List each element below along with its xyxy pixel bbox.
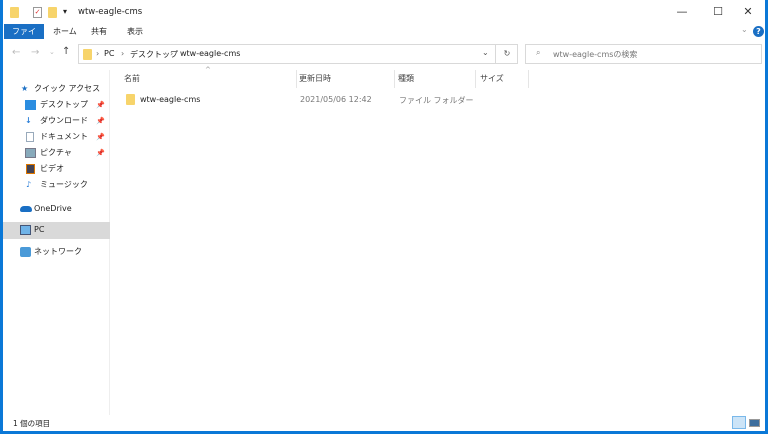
nav-music[interactable]: ♪ ミュージック — [3, 177, 110, 193]
nav-videos[interactable]: ビデオ — [3, 161, 110, 177]
search-icon: ⌕ — [536, 48, 541, 57]
search-input[interactable]: ⌕ wtw-eagle-cmsの検索 — [525, 44, 762, 64]
nav-label: クイック アクセス — [34, 84, 101, 93]
video-icon — [26, 164, 35, 174]
file-type: ファイル フォルダー — [399, 96, 474, 105]
close-button[interactable]: ✕ — [733, 3, 763, 21]
forward-button[interactable]: → — [31, 47, 39, 58]
network-icon — [20, 247, 31, 257]
breadcrumb-pc[interactable]: PC — [104, 49, 114, 58]
pc-icon — [20, 225, 31, 235]
status-text: 1 個の項目 — [13, 419, 51, 428]
pin-icon: 📌 — [96, 117, 105, 125]
address-bar[interactable]: › PC › デスクトップ › wtw-eagle-cms ⌄ ↻ — [78, 44, 518, 64]
nav-pc[interactable]: PC — [3, 222, 110, 239]
title-bar: ✓ ▾ wtw-eagle-cms — ☐ ✕ — [3, 0, 765, 24]
picture-icon — [25, 148, 36, 158]
navigation-pane: ★ クイック アクセス デスクトップ 📌 ↓ ダウンロード 📌 ドキュメント 📌 ピク… — [3, 70, 110, 415]
nav-label: ミュージック — [40, 180, 88, 189]
nav-label: OneDrive — [34, 204, 72, 213]
nav-documents[interactable]: ドキュメント 📌 — [3, 129, 110, 145]
nav-onedrive[interactable]: OneDrive — [3, 201, 110, 217]
address-dropdown-icon[interactable]: ⌄ — [482, 48, 489, 57]
maximize-button[interactable]: ☐ — [703, 3, 733, 21]
nav-pictures[interactable]: ピクチャ 📌 — [3, 145, 110, 161]
up-button[interactable]: ↑ — [62, 46, 70, 57]
column-modified[interactable]: 更新日時 — [299, 73, 331, 84]
nav-network[interactable]: ネットワーク — [3, 244, 110, 260]
column-name[interactable]: 名前 — [124, 73, 140, 84]
star-icon: ★ — [21, 84, 29, 93]
properties-icon[interactable]: ✓ — [33, 7, 42, 18]
document-icon — [26, 132, 34, 142]
folder-icon — [126, 94, 135, 105]
column-headers: 名前 更新日時 種類 サイズ — [111, 70, 531, 88]
nav-desktop[interactable]: デスクトップ 📌 — [3, 97, 110, 113]
file-row[interactable]: wtw-eagle-cms 2021/05/06 12:42 ファイル フォルダ… — [121, 92, 531, 108]
details-view-button[interactable] — [732, 416, 746, 429]
column-size[interactable]: サイズ — [480, 73, 504, 84]
minimize-button[interactable]: — — [667, 3, 697, 21]
nav-label: ビデオ — [40, 164, 64, 173]
nav-label: ダウンロード — [40, 116, 88, 125]
pin-icon: 📌 — [96, 101, 105, 109]
column-type[interactable]: 種類 — [398, 73, 414, 84]
nav-quick-access[interactable]: ★ クイック アクセス — [3, 81, 110, 97]
nav-label: PC — [34, 225, 45, 234]
desktop-icon — [25, 100, 36, 110]
pin-icon: 📌 — [96, 149, 105, 157]
pin-icon: 📌 — [96, 133, 105, 141]
ribbon-tabs: ファイル ホーム 共有 表示 ⌄ ? — [3, 24, 765, 51]
expand-ribbon-icon[interactable]: ⌄ — [741, 25, 748, 34]
tab-file[interactable]: ファイル — [4, 24, 44, 51]
tab-home[interactable]: ホーム — [47, 24, 83, 39]
nav-label: デスクトップ — [40, 100, 88, 109]
nav-label: ドキュメント — [40, 132, 88, 141]
nav-label: ピクチャ — [40, 148, 72, 157]
file-name: wtw-eagle-cms — [140, 95, 201, 104]
customize-toolbar-icon[interactable]: ▾ — [63, 7, 67, 16]
window-title: wtw-eagle-cms — [78, 7, 143, 17]
folder-icon — [10, 7, 19, 18]
folder-icon — [83, 49, 92, 60]
large-icons-view-button[interactable] — [749, 419, 760, 427]
nav-downloads[interactable]: ↓ ダウンロード 📌 — [3, 113, 110, 129]
nav-label: ネットワーク — [34, 247, 82, 256]
download-icon: ↓ — [25, 116, 32, 125]
file-modified: 2021/05/06 12:42 — [300, 95, 372, 104]
breadcrumb-folder[interactable]: wtw-eagle-cms — [180, 49, 240, 58]
refresh-button[interactable]: ↻ — [495, 44, 518, 64]
search-placeholder: wtw-eagle-cmsの検索 — [553, 50, 638, 59]
recent-locations-button[interactable]: ⌄ — [49, 48, 55, 56]
help-icon[interactable]: ? — [753, 26, 764, 37]
cloud-icon — [20, 206, 32, 212]
music-icon: ♪ — [26, 180, 32, 189]
explorer-window: ✓ ▾ wtw-eagle-cms — ☐ ✕ ファイル ホーム 共有 表示 ⌄… — [3, 0, 765, 431]
new-folder-icon[interactable] — [48, 7, 57, 18]
tab-view[interactable]: 表示 — [121, 24, 149, 39]
tab-share[interactable]: 共有 — [85, 24, 113, 39]
back-button[interactable]: ← — [12, 47, 20, 58]
